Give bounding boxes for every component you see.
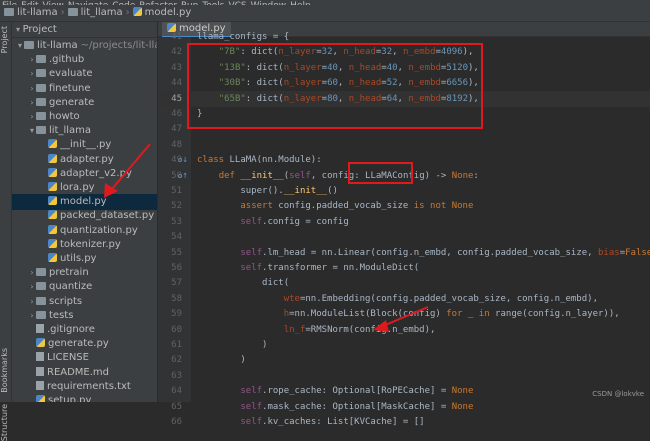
annotation-arrows-tree [104, 143, 151, 198]
code-text: self.kv_caches: List[KVCache] = [] [240, 417, 425, 427]
watermark: CSDN @lokvke [592, 390, 644, 398]
structure-tool-label[interactable]: Structure [0, 404, 12, 441]
code-line: 66 self.kv_caches: List[KVCache] = [] [158, 414, 650, 430]
line-number: 66 [171, 417, 182, 427]
annotation-arrow [111, 143, 151, 190]
